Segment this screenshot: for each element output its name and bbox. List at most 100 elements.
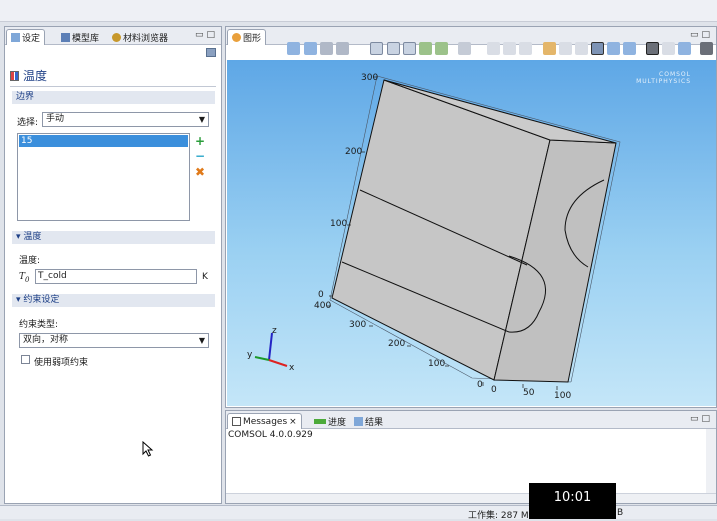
grid-icon[interactable] [607,42,620,55]
zoom-out-icon[interactable] [387,42,400,55]
view-xy-icon[interactable] [487,42,500,55]
settings-panel: 设定 模型库 材料浏览器 ▭□ 温度 边界 选择: 手动 ▼ 15 + − ✖ … [4,26,222,504]
graphics-viewport[interactable]: 300 200 100 0 400 300 200 100 0 0 50 100… [227,60,716,406]
temperature-symbol: T0 [19,272,29,284]
z-tick-label: 200 [345,147,363,157]
reset-view-icon[interactable] [646,42,659,55]
tab-model-library[interactable]: 模型库 [57,29,103,45]
tab-settings-label: 设定 [22,34,41,44]
tab-settings[interactable]: 设定 [6,29,46,45]
section-temperature-label: 温度 [23,232,42,242]
messages-log-text: COMSOL 4.0.0.929 [228,430,313,440]
select-edge-icon[interactable] [320,42,333,55]
triad-z-label: z [272,326,277,336]
tab-material-browser[interactable]: 材料浏览器 [108,29,172,45]
section-boundary-label: 边界 [16,92,35,102]
zoom-selected-icon[interactable] [419,42,432,55]
refresh-icon[interactable] [678,42,691,55]
zoom-box-icon[interactable] [403,42,416,55]
y-tick-label: 300 [349,320,367,330]
select-point-icon[interactable] [336,42,349,55]
constraint-type-dropdown[interactable]: 双向，对称 ▼ [19,333,209,348]
view-yz-icon[interactable] [503,42,516,55]
clock-time: 10:01 [553,490,592,505]
transparency-icon[interactable] [559,42,572,55]
select-domain-icon[interactable] [287,42,300,55]
memory-status-tail: B [617,508,624,518]
x-tick-label: 50 [523,388,535,398]
selection-label: 选择: [17,118,39,128]
screenshot-icon[interactable] [700,42,713,55]
tab-material-browser-label: 材料浏览器 [123,33,169,44]
messages-window-controls[interactable]: ▭□ [690,414,713,424]
y-tick-label: 200 [388,339,406,349]
graphics-window-controls[interactable]: ▭□ [690,30,713,40]
settings-tabbar: 设定 模型库 材料浏览器 ▭□ [5,27,221,45]
tab-graphics[interactable]: 图形 [227,29,267,45]
dropdown-arrow-icon: ▼ [198,115,205,124]
constraint-type-label: 约束类型: [19,320,59,330]
results-tab-icon [354,416,363,426]
clear-selection-icon[interactable]: ✖ [195,166,205,178]
tab-results[interactable]: 结果 [350,413,387,429]
temperature-value: T_cold [38,271,67,281]
scene-light-icon[interactable] [543,42,556,55]
tab-graphics-label: 图形 [243,34,262,44]
horizontal-scrollbar[interactable] [226,493,716,503]
constraint-type-value: 双向，对称 [23,335,69,345]
tab-model-library-label: 模型库 [72,33,100,44]
weak-constraint-label: 使用弱项约束 [34,358,89,368]
list-item[interactable]: 15 [19,135,188,147]
section-temperature[interactable]: ▾ 温度 [12,231,215,244]
triad-x-label: x [289,363,295,373]
section-boundary[interactable]: 边界 [12,91,215,104]
section-constraint-settings[interactable]: ▾ 约束设定 [12,294,215,307]
vertical-scrollbar[interactable] [706,429,716,493]
zoom-extents-icon[interactable] [435,42,448,55]
messages-panel: Messages × 进度 结果 ▭□ COMSOL 4.0.0.929 [225,410,717,504]
messages-tabbar: Messages × 进度 结果 ▭□ [226,411,716,429]
panel-toolbar-icon[interactable] [206,48,216,57]
z-tick-label: 0 [318,290,324,300]
temperature-node-icon [10,70,19,81]
node-title-text: 温度 [23,69,48,83]
axis-icon[interactable] [623,42,636,55]
node-title: 温度 [10,67,47,84]
progress-tab-icon [314,418,326,424]
mouse-cursor-icon [142,441,154,457]
z-tick-label: 100 [330,219,348,229]
select-boundary-icon[interactable] [304,42,317,55]
temperature-input[interactable]: T_cold [35,269,197,284]
clock-overlay: 10:01 [529,483,616,519]
dropdown-arrow-icon: ▼ [198,336,205,345]
memory-status: 工作集: 287 M [468,511,529,521]
view-axes-icon[interactable] [458,42,471,55]
material-browser-icon [112,32,121,42]
graphics-tab-icon [232,33,241,42]
section-constraint-label: 约束设定 [23,295,60,305]
z-tick-label: 300 [361,73,379,83]
close-icon[interactable]: × [289,417,297,427]
x-tick-label: 100 [554,391,572,401]
tab-messages-label: Messages [243,416,288,427]
copy-image-icon[interactable] [662,42,675,55]
add-selection-icon[interactable]: + [195,135,205,147]
tab-messages[interactable]: Messages × [227,413,302,429]
boundary-list[interactable]: 15 [17,133,190,221]
tab-progress-label: 进度 [328,417,347,428]
triad-y-label: y [247,350,253,360]
settings-window-controls[interactable]: ▭□ [195,30,218,40]
settings-tab-icon [11,33,20,42]
selection-dropdown[interactable]: 手动 ▼ [42,112,209,127]
weak-constraint-checkbox[interactable] [21,355,30,364]
remove-selection-icon[interactable]: − [195,150,205,162]
x-tick-label: 0 [491,385,497,395]
messages-tab-icon [232,417,241,426]
axis-triad [254,332,288,367]
tab-progress[interactable]: 进度 [310,413,350,429]
zoom-in-icon[interactable] [370,42,383,55]
wireframe-icon[interactable] [575,42,588,55]
render-mode-icon[interactable] [591,42,604,55]
view-zx-icon[interactable] [519,42,532,55]
comsol-watermark: COMSOL MULTIPHYSICS [636,71,691,85]
